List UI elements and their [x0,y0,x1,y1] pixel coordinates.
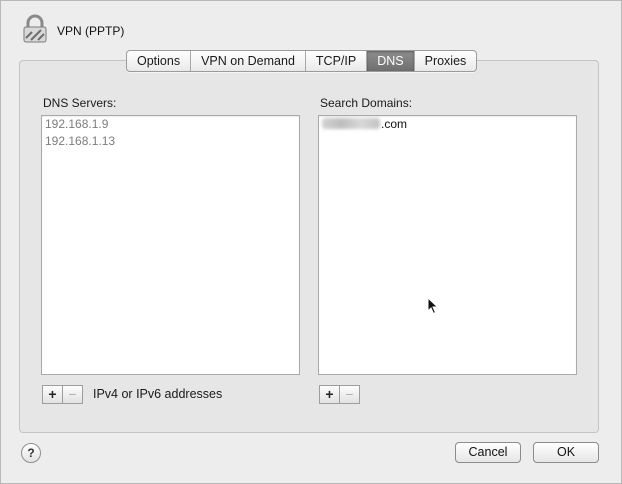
tab-options[interactable]: Options [127,51,192,71]
tab-tcp-ip[interactable]: TCP/IP [306,51,368,71]
search-add-remove: + − [319,385,360,404]
dns-add-remove: + − [42,385,83,404]
ok-button[interactable]: OK [533,442,599,463]
redacted-text [322,118,380,129]
search-domains-label: Search Domains: [320,96,413,110]
help-button[interactable]: ? [21,443,41,463]
list-item[interactable]: 192.168.1.9 [42,116,299,133]
mouse-cursor-icon [427,297,439,315]
window-title: VPN (PPTP) [57,24,125,38]
remove-search-domain-button[interactable]: − [340,385,360,404]
add-search-domain-button[interactable]: + [319,385,340,404]
tab-vpn-on-demand[interactable]: VPN on Demand [191,51,306,71]
tab-dns[interactable]: DNS [367,51,415,71]
dns-servers-label: DNS Servers: [43,96,117,110]
cancel-button[interactable]: Cancel [455,442,521,463]
remove-dns-server-button[interactable]: − [63,385,83,404]
list-item[interactable]: .com [319,116,576,133]
search-domains-list[interactable]: .com [318,115,577,375]
tab-proxies[interactable]: Proxies [415,51,477,71]
lock-icon[interactable] [22,14,48,44]
tab-bar: Options VPN on Demand TCP/IP DNS Proxies [126,50,478,72]
dns-hint-text: IPv4 or IPv6 addresses [93,387,223,401]
dns-servers-list[interactable]: 192.168.1.9 192.168.1.13 [41,115,300,375]
list-item[interactable]: 192.168.1.13 [42,133,299,150]
domain-suffix: .com [381,117,408,131]
add-dns-server-button[interactable]: + [42,385,63,404]
